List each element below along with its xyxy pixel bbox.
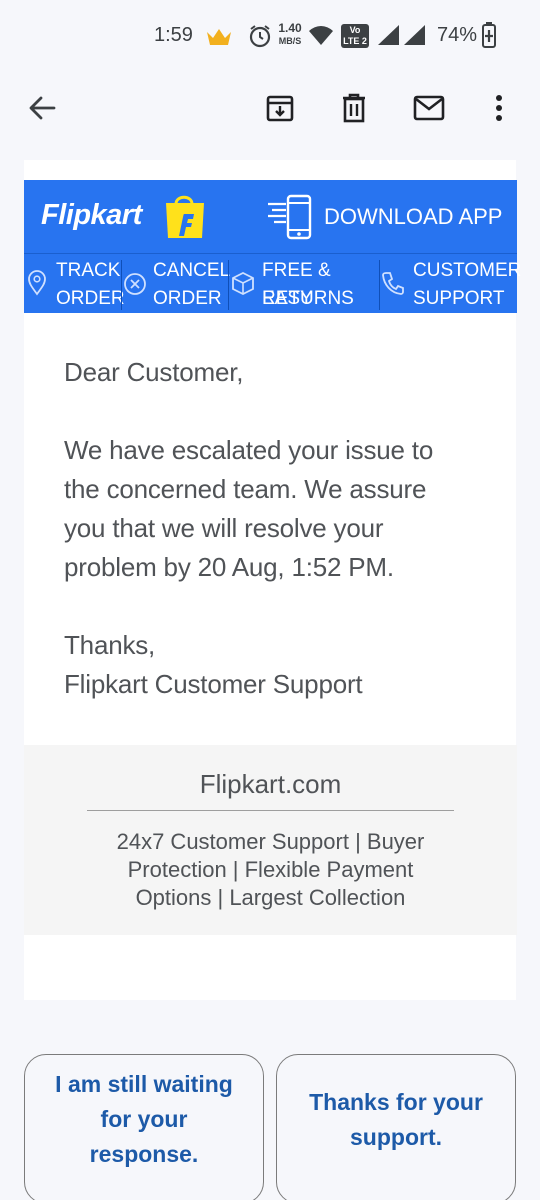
volte-badge: Vo LTE 2 bbox=[341, 24, 369, 48]
nav-returns-label-2: RETURNS bbox=[262, 288, 354, 309]
nav-track-order-label-1: TRACK bbox=[56, 260, 121, 281]
message-line: We have escalated your issue to bbox=[64, 435, 434, 465]
footer-tagline: 24x7 Customer Support | Buyer Protection… bbox=[116, 829, 425, 910]
nav-customer-support[interactable]: CUSTOMER SUPPORT bbox=[380, 254, 521, 314]
status-bar: 1:59 1.40 MB/S Vo LTE 2 74% bbox=[0, 0, 540, 70]
nav-support-label-1: CUSTOMER bbox=[413, 260, 522, 281]
nav-free-easy-returns[interactable]: FREE & EASY RETURNS bbox=[229, 254, 379, 314]
signal-icon-2 bbox=[402, 24, 426, 51]
signal-icon-1 bbox=[376, 24, 400, 51]
alarm-icon bbox=[248, 24, 272, 53]
email-footer: Flipkart.com 24x7 Customer Support | Buy… bbox=[24, 745, 517, 935]
network-speed-unit: MB/S bbox=[278, 36, 302, 46]
network-speed: 1.40 MB/S bbox=[276, 22, 304, 47]
footer-domain-link[interactable]: Flipkart.com bbox=[24, 769, 517, 800]
download-app-phone-icon[interactable] bbox=[266, 194, 316, 245]
flipkart-logo[interactable]: Flipkart bbox=[41, 199, 142, 232]
smart-reply-waiting-label: I am still waiting for your response. bbox=[55, 1071, 233, 1167]
wifi-icon bbox=[309, 26, 333, 51]
flipkart-header: Flipkart DOWNLOAD APP bbox=[24, 180, 517, 253]
smart-reply-thanks-label: Thanks for your support. bbox=[309, 1089, 483, 1150]
nav-cancel-order-label-2: ORDER bbox=[153, 288, 222, 309]
footer-divider bbox=[87, 810, 454, 811]
app-bar bbox=[0, 70, 540, 150]
status-time: 1:59 bbox=[154, 24, 193, 46]
back-arrow-icon[interactable] bbox=[22, 88, 62, 128]
nav-cancel-order-label-1: CANCEL bbox=[153, 260, 231, 281]
message-line: problem by 20 Aug, 1:52 PM. bbox=[64, 552, 394, 582]
nav-track-order[interactable]: TRACK ORDER bbox=[24, 254, 125, 314]
delete-icon[interactable] bbox=[334, 88, 374, 128]
smart-reply-waiting[interactable]: I am still waiting for your response. bbox=[24, 1054, 264, 1200]
message-line: the concerned team. We assure bbox=[64, 474, 427, 504]
signature: Flipkart Customer Support bbox=[64, 669, 363, 699]
signoff: Thanks, bbox=[64, 630, 156, 660]
more-vert-icon[interactable] bbox=[479, 88, 519, 128]
download-app-link[interactable]: DOWNLOAD APP bbox=[324, 204, 502, 230]
nav-support-label-2: SUPPORT bbox=[413, 288, 505, 309]
nav-cancel-order[interactable]: CANCEL ORDER bbox=[122, 254, 231, 314]
crown-icon bbox=[206, 28, 232, 51]
network-speed-value: 1.40 bbox=[278, 21, 302, 35]
greeting: Dear Customer, bbox=[64, 357, 244, 387]
flipkart-nav-bar: TRACK ORDER CANCEL ORDER FREE & EASY RET… bbox=[24, 253, 521, 314]
smart-reply-thanks[interactable]: Thanks for your support. bbox=[276, 1054, 516, 1200]
battery-charging-icon bbox=[482, 22, 496, 53]
message-line: you that we will resolve your bbox=[64, 513, 384, 543]
mark-unread-icon[interactable] bbox=[409, 88, 449, 128]
archive-icon[interactable] bbox=[260, 88, 300, 128]
flipkart-bag-icon bbox=[162, 192, 210, 245]
email-body: Flipkart DOWNLOAD APP TRACK ORDER CANCEL… bbox=[24, 160, 521, 1000]
battery-percent: 74% bbox=[437, 24, 478, 46]
lte-label: LTE 2 bbox=[343, 36, 367, 46]
nav-track-order-label-2: ORDER bbox=[56, 288, 125, 309]
volte-label: Vo bbox=[349, 25, 361, 35]
